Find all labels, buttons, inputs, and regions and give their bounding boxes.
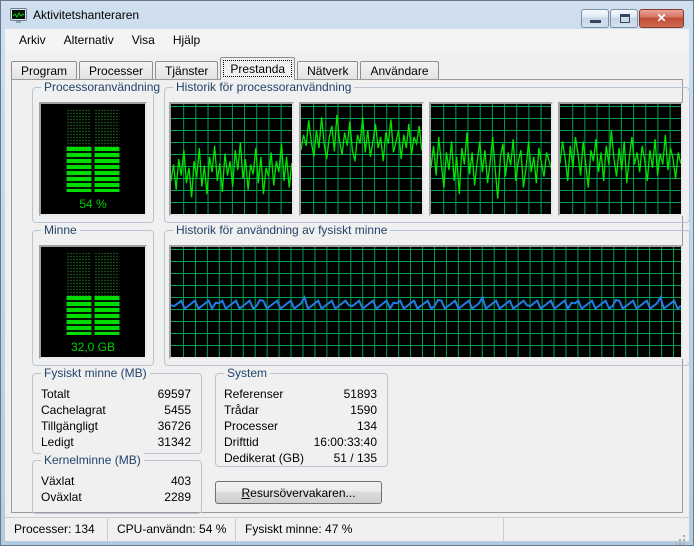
status-filler [504,518,689,541]
tab-processer[interactable]: Processer [79,61,153,80]
tab-anvandare[interactable]: Användare [360,61,438,80]
cpu-usage-group-title: Processoranvändning [41,80,163,94]
resource-monitor-button[interactable]: Resursövervakaren... [215,481,382,504]
cpu-history-group: Historik för processoranvändning [164,87,690,223]
memory-history-graph [169,245,683,359]
task-manager-window: Aktivitetshanteraren ✕ Arkiv Alternativ … [0,0,694,546]
status-cpu-usage: CPU-användn: 54 % [108,518,236,541]
memory-group: Minne 32,0 GB [32,230,154,366]
window-body: Arkiv Alternativ Visa Hjälp Program Proc… [5,29,689,541]
close-icon: ✕ [656,11,666,25]
stat-row: Dedikerat (GB)51 / 135 [224,451,377,465]
status-physical-memory: Fysiskt minne: 47 % [236,518,504,541]
cpu-usage-group: Processoranvändning 54 % [32,87,154,223]
stat-row: Cachelagrat5455 [41,403,191,417]
tab-prestanda[interactable]: Prestanda [220,57,295,80]
status-processes: Processer: 134 [5,518,108,541]
performance-tab-page: Processoranvändning 54 % Historik för pr… [11,79,683,513]
memory-history-group: Historik för användning av fysiskt minne [164,230,690,366]
cpu-core4-graph [558,102,683,216]
cpu-history-graphs [169,102,683,216]
status-bar: Processer: 134 CPU-användn: 54 % Fysiskt… [5,517,689,541]
system-group-title: System [224,366,270,380]
kernel-memory-group-title: Kernelminne (MB) [41,453,144,467]
memory-history-graphs [169,245,683,359]
memory-history-group-title: Historik för användning av fysiskt minne [173,223,390,237]
menu-alternativ[interactable]: Alternativ [55,30,123,50]
cpu-history-group-title: Historik för processoranvändning [173,80,354,94]
minimize-icon [590,20,601,23]
system-group: System Referenser51893 Trådar1590 Proces… [215,373,388,467]
menu-arkiv[interactable]: Arkiv [10,30,55,50]
physical-memory-group-title: Fysiskt minne (MB) [41,366,150,380]
tab-natverk[interactable]: Nätverk [297,61,358,80]
title-bar[interactable]: Aktivitetshanteraren ✕ [1,1,693,29]
stat-row: Referenser51893 [224,387,377,401]
stat-row: Drifttid16:00:33:40 [224,435,377,449]
stat-row: Tillgängligt36726 [41,419,191,433]
physical-memory-group: Fysiskt minne (MB) Totalt69597 Cachelagr… [32,373,202,454]
system-rows: Referenser51893 Trådar1590 Processer134 … [224,387,377,465]
memory-usage-value: 32,0 GB [41,340,145,354]
physical-memory-rows: Totalt69597 Cachelagrat5455 Tillgängligt… [41,387,191,449]
menu-visa[interactable]: Visa [123,30,164,50]
close-button[interactable]: ✕ [639,9,684,28]
stat-row: Totalt69597 [41,387,191,401]
memory-group-title: Minne [41,223,80,237]
window-controls: ✕ [581,9,684,28]
stat-row: Ledigt31342 [41,435,191,449]
cpu-led-bars [67,109,120,192]
stat-row: Trådar1590 [224,403,377,417]
maximize-icon [620,14,630,23]
minimize-button[interactable] [581,9,609,28]
tab-tjanster[interactable]: Tjänster [155,61,218,80]
memory-gauge: 32,0 GB [39,245,147,359]
menu-hjalp[interactable]: Hjälp [164,30,209,50]
menu-bar: Arkiv Alternativ Visa Hjälp [5,29,689,51]
kernel-memory-group: Kernelminne (MB) Växlat403 Oväxlat2289 [32,460,202,514]
maximize-button[interactable] [610,9,638,28]
kernel-memory-rows: Växlat403 Oväxlat2289 [41,474,191,504]
tab-strip: Program Processer Tjänster Prestanda Nät… [11,57,683,80]
cpu-core3-graph [429,102,554,216]
resize-grip[interactable] [683,535,685,537]
task-manager-icon [10,8,27,23]
cpu-usage-gauge: 54 % [39,102,147,216]
memory-led-bars [67,252,120,335]
cpu-core2-graph [299,102,424,216]
cpu-core1-graph [169,102,294,216]
stat-row: Processer134 [224,419,377,433]
stat-row: Växlat403 [41,474,191,488]
stat-row: Oväxlat2289 [41,490,191,504]
cpu-usage-value: 54 % [41,197,145,211]
window-title: Aktivitetshanteraren [33,8,139,22]
tab-program[interactable]: Program [11,61,77,80]
